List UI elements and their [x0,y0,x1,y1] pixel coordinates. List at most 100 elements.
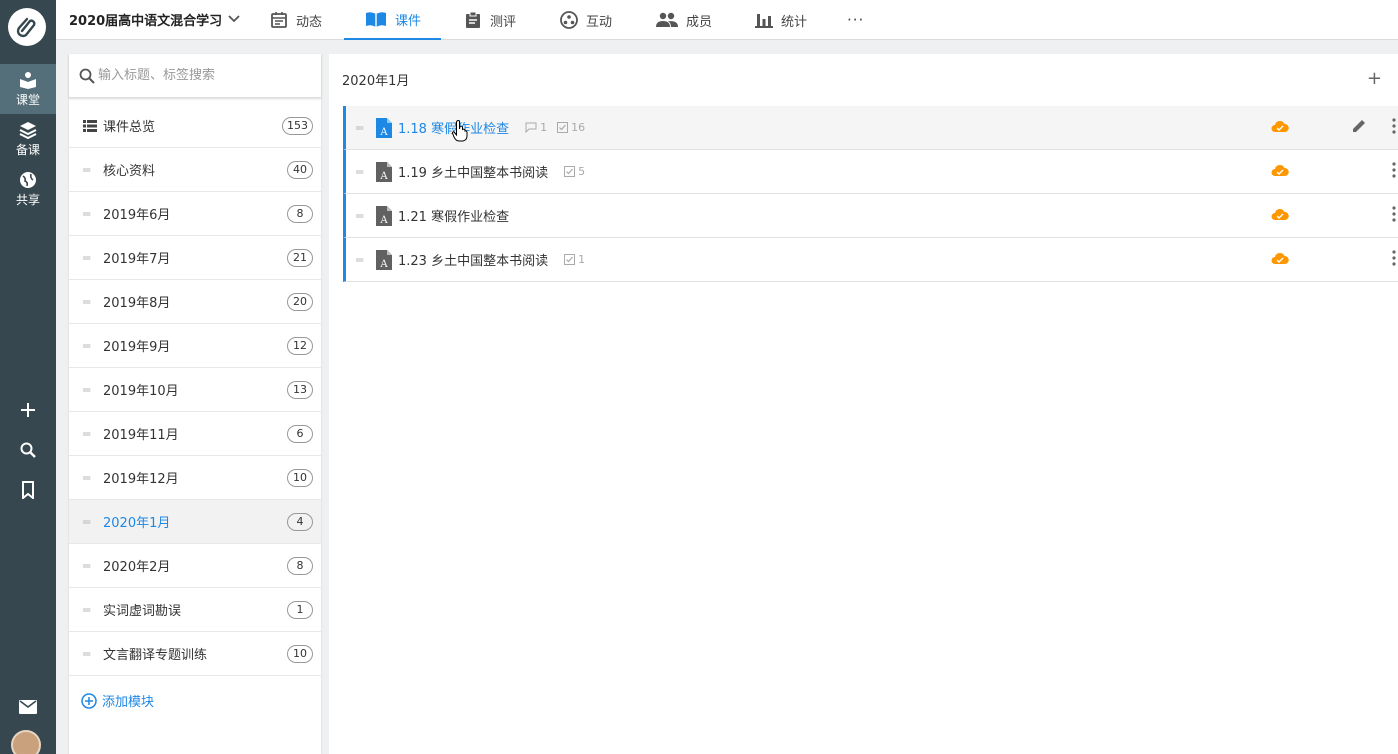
drag-handle-icon[interactable]: ═ [356,165,376,179]
user-avatar[interactable] [11,730,41,754]
courseware-title[interactable]: 1.19 乡土中国整本书阅读 [398,162,548,181]
drag-handle-icon[interactable]: ═ [83,207,103,221]
module-item[interactable]: ═ 2020年2月 8 [69,544,321,588]
tab-courseware[interactable]: 课件 [344,0,441,40]
courseware-title[interactable]: 1.23 乡土中国整本书阅读 [398,250,548,269]
module-count-badge: 40 [287,161,313,179]
svg-text:A: A [379,127,388,138]
module-list: 课件总览 153 ═ 核心资料 40 ═ 2019年6月 8 ═ 2019年7月… [69,104,321,676]
tab-label: 统计 [781,14,808,30]
courseware-row[interactable]: ═ A 1.23 乡土中国整本书阅读 1 [343,238,1398,282]
plus-icon [21,403,35,417]
book-reader-icon [20,71,36,89]
tab-label: 动态 [296,14,323,30]
search-input[interactable] [98,68,308,83]
courseware-main: 2020年1月 + ═ A 1.18 寒假作业检查 1 16 ═ A 1.19 … [329,54,1398,754]
module-item[interactable]: ═ 实词虚词勘误 1 [69,588,321,632]
drag-handle-icon[interactable]: ═ [83,559,103,573]
drag-handle-icon[interactable]: ═ [83,383,103,397]
cloud-done-icon [1271,252,1289,264]
module-item-overview[interactable]: 课件总览 153 [69,104,321,148]
rail-item-classroom[interactable]: 课堂 [0,64,56,114]
module-label: 2020年1月 [103,516,171,531]
module-count-badge: 8 [287,205,313,223]
drag-handle-icon[interactable]: ═ [83,251,103,265]
courseware-row[interactable]: ═ A 1.19 乡土中国整本书阅读 5 [343,150,1398,194]
module-count-badge: 12 [287,337,313,355]
more-tabs-button[interactable]: ··· [847,0,864,40]
module-count-badge: 10 [287,645,313,663]
drag-handle-icon[interactable]: ═ [83,427,103,441]
module-label: 2019年6月 [103,208,171,223]
module-item[interactable]: ═ 2019年11月 6 [69,412,321,456]
task-count: 16 [571,121,586,134]
courseware-row[interactable]: ═ A 1.21 寒假作业检查 [343,194,1398,238]
drag-handle-icon[interactable]: ═ [83,603,103,617]
module-count-badge: 20 [287,293,313,311]
rail-search-button[interactable] [0,435,56,465]
clipboard-icon [466,11,480,28]
open-book-icon [366,12,386,27]
bookmark-icon [22,481,34,499]
tab-activity[interactable]: 动态 [270,0,322,40]
courseware-title[interactable]: 1.21 寒假作业检查 [398,206,509,225]
course-selector[interactable]: 2020届高中语文混合学习 [69,0,240,38]
more-vertical-icon[interactable] [1392,118,1396,134]
module-item[interactable]: ═ 核心资料 40 [69,148,321,192]
list-icon [83,119,97,132]
tab-members[interactable]: 成员 [656,0,712,40]
courseware-list: ═ A 1.18 寒假作业检查 1 16 ═ A 1.19 乡土中国整本书阅读 … [343,106,1398,282]
mail-icon [19,700,37,714]
calendar-icon [271,12,287,28]
module-label: 2019年10月 [103,384,179,399]
drag-handle-icon[interactable]: ═ [83,647,103,661]
module-label: 2019年8月 [103,296,171,311]
module-item[interactable]: ═ 2019年8月 20 [69,280,321,324]
module-item[interactable]: ═ 2019年12月 10 [69,456,321,500]
module-item-selected[interactable]: ═ 2020年1月 4 [69,500,321,544]
tab-interaction[interactable]: 互动 [560,0,612,40]
more-vertical-icon[interactable] [1392,162,1396,178]
drag-handle-icon[interactable]: ═ [83,163,103,177]
svg-text:A: A [379,215,388,226]
comment-count: 1 [540,121,548,134]
add-module-label: 添加模块 [102,695,155,710]
edit-pencil-icon[interactable] [1351,118,1367,134]
comment-icon [525,122,537,133]
module-item[interactable]: ═ 2019年7月 21 [69,236,321,280]
globe-icon [20,171,36,188]
courseware-meta: 5 [564,165,595,178]
rail-item-prepare[interactable]: 备课 [0,114,56,164]
more-vertical-icon[interactable] [1392,206,1396,222]
cloud-done-icon [1271,164,1289,176]
rail-bookmark-button[interactable] [0,475,56,505]
module-item[interactable]: ═ 文言翻译专题训练 10 [69,632,321,676]
module-label: 2019年12月 [103,472,179,487]
more-vertical-icon[interactable] [1392,250,1396,266]
drag-handle-icon[interactable]: ═ [356,253,376,267]
courseware-meta: 1 [564,253,595,266]
task-check-icon [564,254,576,265]
search-icon [79,68,95,84]
drag-handle-icon[interactable]: ═ [356,121,376,135]
drag-handle-icon[interactable]: ═ [83,295,103,309]
drag-handle-icon[interactable]: ═ [83,471,103,485]
drag-handle-icon[interactable]: ═ [356,209,376,223]
task-check-icon [564,166,576,177]
app-logo[interactable] [8,8,46,46]
tab-label: 成员 [686,14,713,30]
drag-handle-icon[interactable]: ═ [83,339,103,353]
rail-item-share[interactable]: 共享 [0,164,56,214]
add-module-button[interactable]: 添加模块 [81,691,154,710]
search-icon [20,442,36,458]
add-courseware-button[interactable]: + [1367,68,1382,89]
module-item[interactable]: ═ 2019年6月 8 [69,192,321,236]
courseware-row[interactable]: ═ A 1.18 寒假作业检查 1 16 [343,106,1398,150]
module-item[interactable]: ═ 2019年10月 13 [69,368,321,412]
drag-handle-icon[interactable]: ═ [83,515,103,529]
rail-add-button[interactable] [0,395,56,425]
module-item[interactable]: ═ 2019年9月 12 [69,324,321,368]
rail-mail-button[interactable] [0,692,56,722]
tab-assessment[interactable]: 测评 [464,0,516,40]
tab-statistics[interactable]: 统计 [755,0,807,40]
